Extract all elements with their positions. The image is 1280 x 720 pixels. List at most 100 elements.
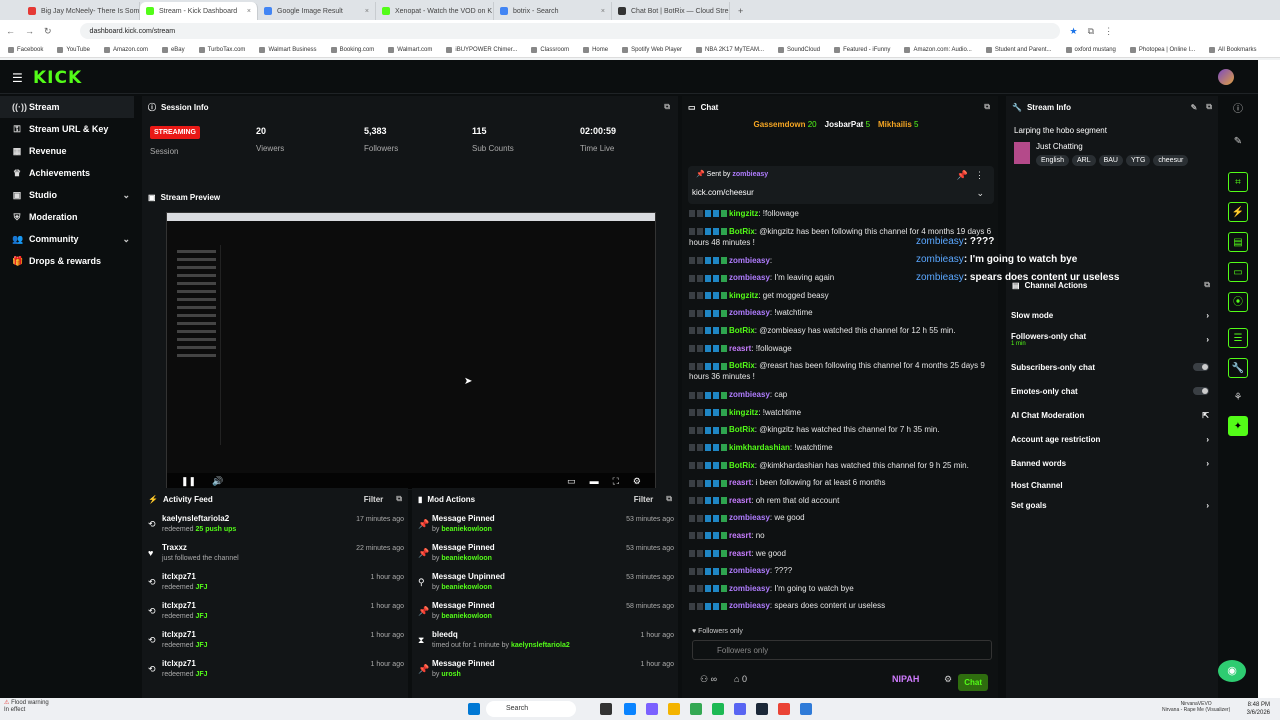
browser-tab[interactable]: Google Image Result × [258, 2, 376, 20]
chat-username[interactable]: reasrt [729, 549, 751, 558]
channel-action-row[interactable]: Set goals › [1011, 496, 1209, 514]
reload-icon[interactable]: ↻ [44, 26, 52, 37]
emote-icon[interactable]: ⚇ ∞ [700, 674, 717, 685]
feed-highlight[interactable]: beaniekowloon [441, 555, 492, 562]
channel-action-row[interactable]: Banned words › [1011, 454, 1209, 472]
bookmark[interactable]: Facebook [8, 46, 43, 53]
bolt-icon[interactable]: ⚡ [1228, 202, 1248, 222]
extensions-icon[interactable]: ⧉ [1088, 26, 1094, 37]
clip-icon[interactable]: ▭ [567, 476, 576, 487]
sidebar-item[interactable]: ⛨ Moderation [0, 206, 140, 228]
timeout-icon[interactable] [697, 309, 703, 317]
browser-tab[interactable]: Chat Bot | BotRix — Cloud Stre× [612, 2, 730, 20]
pause-icon[interactable]: ❚❚ [181, 476, 196, 487]
windows-icon[interactable] [468, 703, 480, 715]
bookmark[interactable]: iBUYPOWER Chimer... [446, 46, 517, 53]
feed-highlight[interactable]: kaelynsleftariola2 [511, 642, 570, 649]
feed-highlight[interactable]: JFJ [195, 584, 207, 591]
address-bar[interactable]: dashboard.kick.com/stream [79, 23, 1060, 39]
chat-username[interactable]: zombieasy [729, 273, 770, 282]
toggle-switch[interactable] [1193, 363, 1209, 371]
explorer-icon[interactable] [668, 703, 680, 715]
feed-highlight[interactable]: JFJ [195, 671, 207, 678]
info-icon[interactable]: ⓘ [1228, 100, 1248, 120]
pin-icon[interactable] [689, 567, 695, 575]
timeout-icon[interactable] [697, 461, 703, 469]
feed-highlight[interactable]: urosh [441, 671, 460, 678]
timeout-icon[interactable] [697, 391, 703, 399]
chat-bubble-icon[interactable]: ▭ [1228, 262, 1248, 282]
stream-tag[interactable]: cheesur [1153, 155, 1189, 166]
bookmark[interactable]: Home [583, 46, 608, 53]
theater-icon[interactable]: ▬ [590, 476, 599, 487]
chat-username[interactable]: zombieasy [729, 308, 770, 317]
support-chat-icon[interactable]: ◉ [1218, 660, 1246, 682]
pin-icon[interactable] [689, 309, 695, 317]
chat-send-button[interactable]: Chat [958, 674, 988, 691]
timeout-icon[interactable] [697, 362, 703, 370]
pin-icon[interactable] [689, 327, 695, 335]
pin-icon[interactable] [689, 497, 695, 505]
weather-widget[interactable]: ⚠ Flood warning In effect [4, 700, 49, 714]
app-icon[interactable] [800, 703, 812, 715]
pin-icon[interactable] [689, 549, 695, 557]
pin-icon[interactable] [689, 391, 695, 399]
feed-title[interactable]: Message Unpinned [432, 572, 505, 581]
channel-action-row[interactable]: Account age restriction › [1011, 430, 1209, 448]
timeout-icon[interactable] [697, 532, 703, 540]
timeout-icon[interactable] [697, 426, 703, 434]
feed-title[interactable]: itclxpz71 [162, 572, 208, 581]
back-icon[interactable]: ← [6, 26, 15, 36]
timeout-icon[interactable] [697, 444, 703, 452]
clock[interactable]: 8:48 PM 3/6/2026 [1247, 701, 1270, 717]
chat-username[interactable]: kimkhardashian [729, 443, 790, 452]
chat-username[interactable]: BotRix [729, 326, 755, 335]
points-icon[interactable]: ⌂ 0 [734, 674, 747, 684]
timeout-icon[interactable] [697, 327, 703, 335]
chat-username[interactable]: reasrt [729, 496, 751, 505]
chevron-right-icon[interactable]: › [1206, 435, 1209, 444]
volume-icon[interactable]: 🔊 [212, 476, 223, 487]
timeout-icon[interactable] [697, 497, 703, 505]
pin-icon[interactable] [689, 227, 695, 235]
chevron-right-icon[interactable]: › [1206, 335, 1209, 344]
chevron-right-icon[interactable]: › [1206, 501, 1209, 510]
feed-highlight[interactable]: beaniekowloon [441, 526, 492, 533]
taskbar-search[interactable]: Search [486, 701, 576, 717]
broadcast-icon[interactable]: ⦿ [1228, 292, 1248, 312]
menu-icon[interactable]: ⋮ [1104, 26, 1113, 37]
timeout-icon[interactable] [697, 227, 703, 235]
bookmark[interactable]: Photopea | Online I... [1129, 46, 1195, 53]
browser-tab[interactable]: Big Jay McNeely- There Is Somo× [22, 2, 140, 20]
pin-icon[interactable] [689, 362, 695, 370]
browser-tab[interactable]: Xenopat - Watch the VOD on K× [376, 2, 494, 20]
obs-icon[interactable] [778, 703, 790, 715]
chat-username[interactable]: BotRix [729, 361, 755, 370]
channel-action-row[interactable]: Followers-only chat 1 min › [1011, 330, 1209, 348]
feed-title[interactable]: itclxpz71 [162, 659, 208, 668]
popout-icon[interactable]: ⧉ [984, 102, 990, 112]
pin-icon[interactable] [689, 274, 695, 282]
chat-username[interactable]: zombieasy [729, 566, 770, 575]
popout-icon[interactable]: ⧉ [1206, 102, 1212, 112]
gifter[interactable]: Mikhailis 5 [878, 120, 918, 129]
sidebar-item[interactable]: 👥 Community ⌄ [0, 228, 140, 250]
toggle-switch[interactable] [1193, 387, 1209, 395]
chat-username[interactable]: zombieasy [729, 601, 770, 610]
document-icon[interactable]: ▤ [1228, 232, 1248, 252]
bookmark[interactable]: All Bookmarks [1209, 46, 1257, 53]
chat-username[interactable]: BotRix [729, 461, 755, 470]
pin-icon[interactable] [689, 514, 695, 522]
bookmark[interactable]: eBay [161, 46, 185, 53]
chrome-icon[interactable] [690, 703, 702, 715]
pin-icon[interactable]: 📌 [957, 170, 968, 181]
pin-icon[interactable] [689, 585, 695, 593]
now-playing[interactable]: NirvanaVEVO Nirvana - Rape Me (Visualizer… [1162, 701, 1230, 713]
sidebar-item[interactable]: ▦ Revenue [0, 140, 140, 162]
feed-title[interactable]: Message Pinned [432, 514, 495, 523]
scan-icon[interactable]: ⌗ [1228, 172, 1248, 192]
chat-username[interactable]: zombieasy [729, 584, 770, 593]
feed-highlight[interactable]: JFJ [195, 613, 207, 620]
kick-logo[interactable]: KICK [33, 68, 82, 88]
edit-icon[interactable]: ✎ [1191, 103, 1198, 112]
